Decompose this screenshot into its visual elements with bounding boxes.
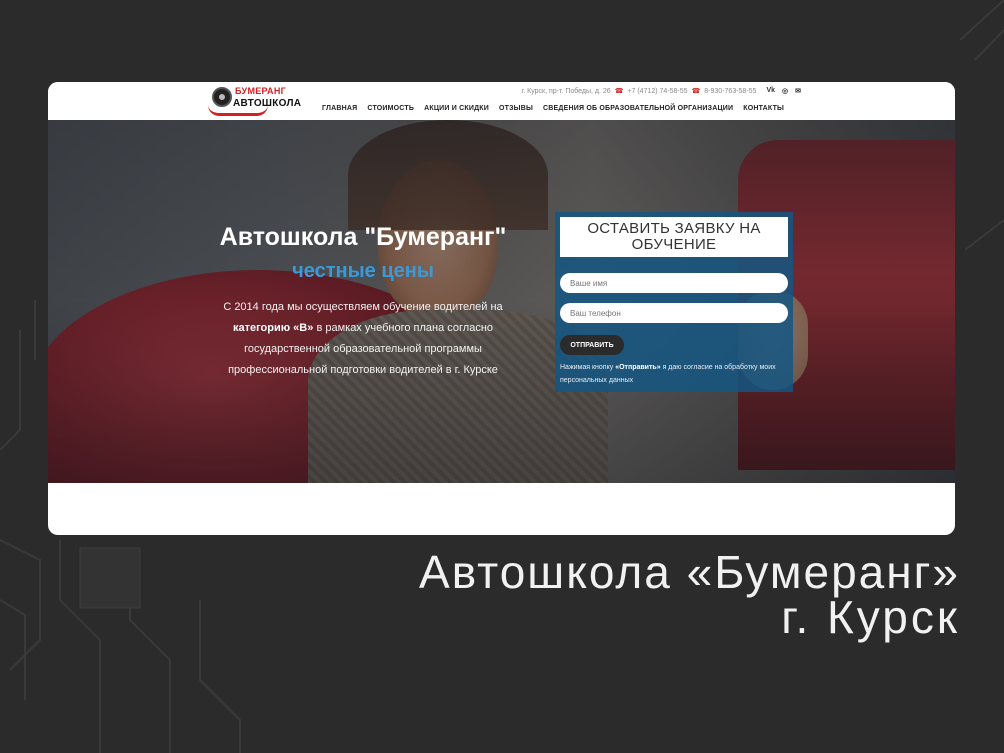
vk-icon[interactable]: Vk (766, 87, 775, 95)
main-nav: ГЛАВНАЯ СТОИМОСТЬ АКЦИИ И СКИДКИ ОТЗЫВЫ … (322, 105, 784, 112)
logo-text-top: БУМЕРАНГ (235, 86, 287, 96)
logo[interactable]: БУМЕРАНГ АВТОШКОЛА (208, 85, 301, 117)
social-links: Vk ◎ ✉ (766, 87, 801, 95)
browser-frame: БУМЕРАНГ АВТОШКОЛА г. Курск, пр-т. Побед… (48, 82, 955, 535)
form-title: ОСТАВИТЬ ЗАЯВКУ НА ОБУЧЕНИЕ (560, 217, 788, 257)
phone-icon: ☎ (614, 88, 624, 95)
phone-2[interactable]: 8-930-763-58-55 (704, 88, 756, 95)
caption-city: г. Курск (781, 591, 960, 643)
mail-icon[interactable]: ✉ (795, 87, 801, 95)
hero-section: Автошкола "Бумеранг" честные цены С 2014… (48, 120, 955, 483)
nav-contacts[interactable]: КОНТАКТЫ (743, 105, 784, 112)
nav-home[interactable]: ГЛАВНАЯ (322, 105, 357, 112)
consent-text-1: Нажимая кнопку (560, 364, 614, 371)
hero-description: С 2014 года мы осуществляем обучение вод… (198, 297, 528, 381)
instagram-icon[interactable]: ◎ (782, 87, 788, 95)
consent-text: Нажимая кнопку «Отправить» я даю согласи… (560, 361, 790, 387)
nav-reviews[interactable]: ОТЗЫВЫ (499, 105, 533, 112)
phone-1[interactable]: +7 (4712) 74-58-55 (627, 88, 687, 95)
nav-organization-info[interactable]: СВЕДЕНИЯ ОБ ОБРАЗОВАТЕЛЬНОЙ ОРГАНИЗАЦИИ (543, 105, 733, 112)
hero-text-1: С 2014 года мы осуществляем обучение вод… (223, 301, 503, 313)
consent-text-bold: «Отправить» (615, 364, 661, 371)
application-form: ОСТАВИТЬ ЗАЯВКУ НА ОБУЧЕНИЕ ОТПРАВИТЬ На… (555, 212, 793, 392)
nav-promotions[interactable]: АКЦИИ И СКИДКИ (424, 105, 489, 112)
logo-text-bottom: АВТОШКОЛА (233, 98, 302, 109)
address: г. Курск, пр-т. Победы, д. 26 (521, 87, 611, 95)
hero-subtitle: честные цены (292, 260, 434, 282)
site-header: БУМЕРАНГ АВТОШКОЛА г. Курск, пр-т. Побед… (48, 82, 955, 120)
phone-icon: ☎ (691, 88, 701, 95)
nav-price[interactable]: СТОИМОСТЬ (367, 105, 414, 112)
hero-text-category: категорию «В» (232, 322, 314, 334)
hero-title: Автошкола "Бумеранг" (219, 223, 507, 251)
name-input[interactable] (560, 273, 788, 293)
header-contacts: г. Курск, пр-т. Победы, д. 26 ☎ +7 (4712… (522, 87, 801, 95)
phone-input[interactable] (560, 303, 788, 323)
wheel-icon (212, 87, 232, 107)
submit-button[interactable]: ОТПРАВИТЬ (560, 335, 624, 355)
